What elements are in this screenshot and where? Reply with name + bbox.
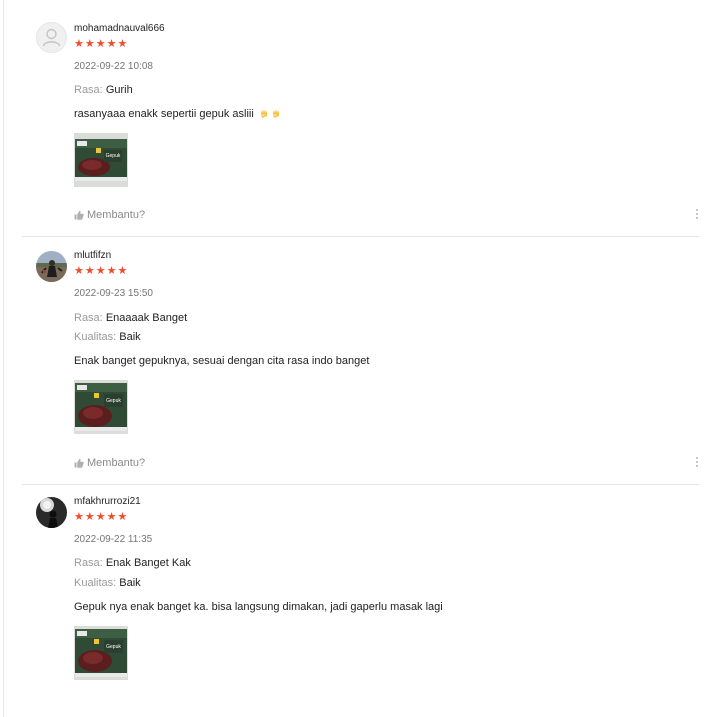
helpful-label: Membantu? [87,457,146,469]
thumbs-up-icon [74,210,84,220]
left-border [3,0,4,717]
more-vertical-icon[interactable] [695,209,699,221]
thumbs-up-icon [74,458,84,468]
review-photo[interactable]: Gepuk [74,133,128,187]
review-comment: Gepuk nya enak banget ka. bisa langsung … [74,601,443,613]
user-photo-avatar [36,251,67,282]
attribute-key: Kualitas: [74,331,117,343]
attribute-value: Baik [119,577,141,589]
attribute-value: Enaaaak Banget [105,312,188,324]
review-photo[interactable]: Gepuk [74,380,128,434]
attribute-key: Rasa: [74,312,103,324]
photo-label: Gepuk [106,153,121,159]
review-photo[interactable]: Gepuk [74,626,128,680]
review-attribute: Kualitas: Baik [74,331,141,343]
review-username[interactable]: mlutfifzn [74,250,111,261]
helpful-label: Membantu? [87,209,146,221]
attribute-value: Enak Banget Kak [105,557,191,569]
review-attribute: Kualitas: Baik [74,577,141,589]
avatar[interactable] [36,22,67,53]
review-date: 2022-09-22 10:08 [74,61,153,72]
review-comment-text: rasanyaaa enakk sepertii gepuk asliii [74,108,254,120]
review-attribute: Rasa: Gurih [74,84,133,96]
helpful-button[interactable]: Membantu? [74,457,145,469]
ok-hand-emoji-icon [272,109,279,118]
review-item: mlutfifzn ★★★★★ 2022-09-23 15:50 Rasa: E… [22,237,699,484]
review-attribute: Rasa: Enak Banget Kak [74,557,191,569]
review-attribute: Rasa: Enaaaak Banget [74,312,187,324]
photo-label: Gepuk [106,398,121,404]
review-item: mfakhrurrozi21 ★★★★★ 2022-09-22 11:35 Ra… [22,485,699,717]
review-item: mohamadnauval666 ★★★★★ 2022-09-22 10:08 … [22,0,699,236]
review-comment: Enak banget gepuknya, sesuai dengan cita… [74,355,370,367]
user-photo-avatar [36,497,67,528]
attribute-value: Baik [119,331,141,343]
attribute-key: Rasa: [74,557,103,569]
review-date: 2022-09-23 15:50 [74,288,153,299]
avatar[interactable] [36,251,67,282]
review-username[interactable]: mohamadnauval666 [74,23,165,34]
attribute-key: Rasa: [74,84,103,96]
avatar[interactable] [36,497,67,528]
review-date: 2022-09-22 11:35 [74,534,153,545]
helpful-button[interactable]: Membantu? [74,209,145,221]
photo-label: Gepuk [106,644,121,650]
more-vertical-icon[interactable] [695,457,699,469]
review-username[interactable]: mfakhrurrozi21 [74,496,141,507]
star-rating: ★★★★★ [74,511,129,523]
star-rating: ★★★★★ [74,265,129,277]
user-icon [42,28,61,47]
star-rating: ★★★★★ [74,38,129,50]
review-comment: rasanyaaa enakk sepertii gepuk asliii [74,108,281,120]
ok-hand-emoji-icon [260,109,267,118]
attribute-value: Gurih [105,84,133,96]
attribute-key: Kualitas: [74,577,117,589]
